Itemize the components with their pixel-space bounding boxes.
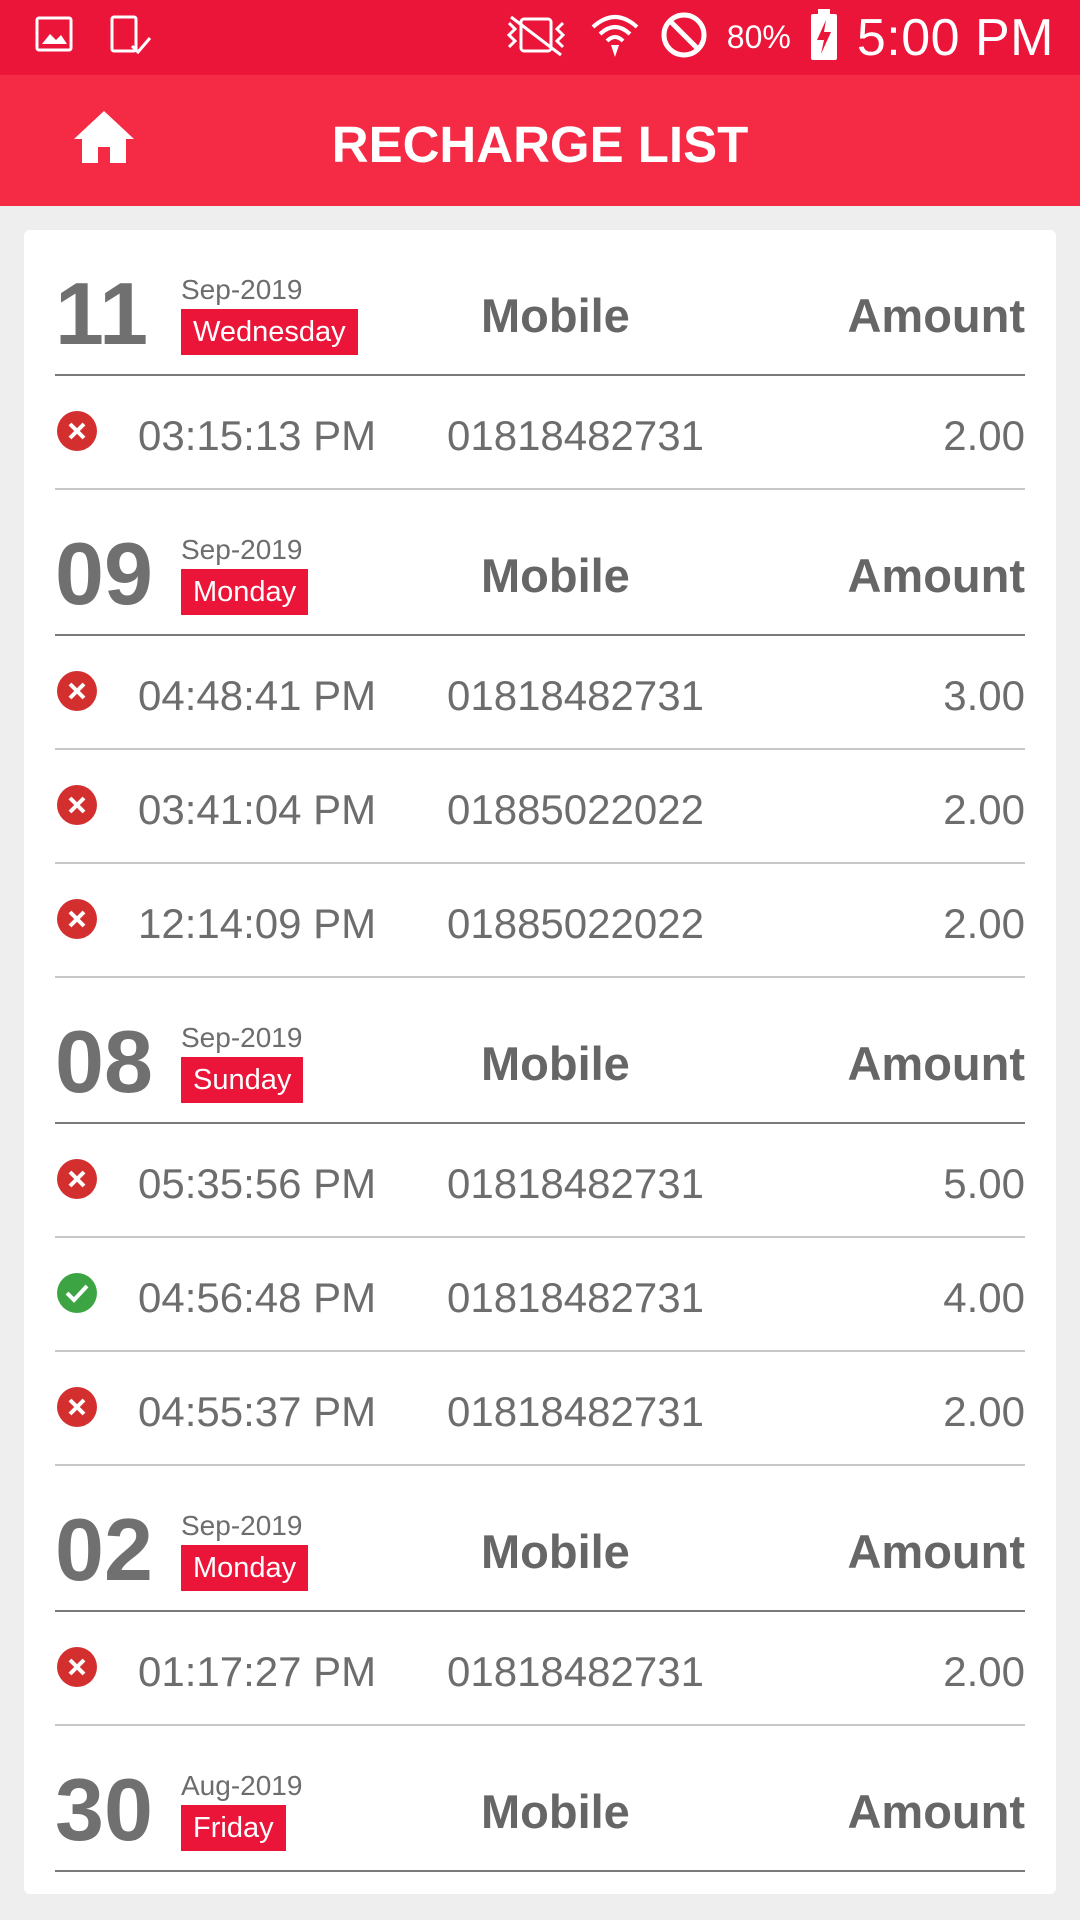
recharge-mobile: 01885022022 xyxy=(447,786,704,833)
clock: 5:00 PM xyxy=(856,8,1054,67)
recharge-time: 04:56:48 PM xyxy=(138,1274,377,1321)
weekday-badge: Sunday xyxy=(181,1057,304,1103)
recharge-mobile: 01818482731 xyxy=(447,1274,704,1321)
recharge-time: 01:17:27 PM xyxy=(138,1648,377,1695)
recharge-amount: 2.00 xyxy=(943,786,1025,833)
recharge-time: 04:48:41 PM xyxy=(138,672,377,719)
device-check-icon xyxy=(108,14,154,63)
recharge-time: 04:55:37 PM xyxy=(138,1388,377,1435)
weekday-badge: Wednesday xyxy=(181,309,358,355)
column-header-amount: Amount xyxy=(847,289,1025,342)
recharge-list: 11 Sep-2019 Wednesday Mobile Amount 03:15:13 … xyxy=(55,230,1025,1872)
column-header-mobile: Mobile xyxy=(481,1785,630,1838)
recharge-time: 03:15:13 PM xyxy=(138,412,377,459)
failed-cross-icon xyxy=(56,784,98,826)
recharge-amount: 4.00 xyxy=(943,1274,1025,1321)
failed-cross-icon xyxy=(56,1386,98,1428)
day-number: 30 xyxy=(55,1760,153,1859)
recharge-amount: 2.00 xyxy=(943,1648,1025,1695)
day-number: 11 xyxy=(55,264,149,363)
recharge-amount: 3.00 xyxy=(943,672,1025,719)
success-check-icon xyxy=(56,1272,98,1314)
day-header: 09 Sep-2019 Monday Mobile Amount xyxy=(55,490,1025,636)
column-header-mobile: Mobile xyxy=(481,1037,630,1090)
column-header-mobile: Mobile xyxy=(481,1525,630,1578)
column-header-amount: Amount xyxy=(847,1785,1025,1838)
recharge-row[interactable]: 04:55:37 PM 01818482731 2.00 xyxy=(55,1352,1025,1466)
column-header-amount: Amount xyxy=(847,1525,1025,1578)
recharge-row[interactable]: 03:15:13 PM 01818482731 2.00 xyxy=(55,376,1025,490)
vibrate-icon xyxy=(501,13,571,62)
column-header-amount: Amount xyxy=(847,1037,1025,1090)
day-month-year: Sep-2019 xyxy=(181,1510,303,1541)
day-header: 11 Sep-2019 Wednesday Mobile Amount xyxy=(55,230,1025,376)
recharge-time: 03:41:04 PM xyxy=(138,786,377,833)
recharge-amount: 2.00 xyxy=(943,900,1025,947)
do-not-disturb-icon xyxy=(659,10,709,65)
recharge-time: 05:35:56 PM xyxy=(138,1160,377,1207)
day-month-year: Sep-2019 xyxy=(181,1022,303,1053)
recharge-time: 12:14:09 PM xyxy=(138,900,377,947)
weekday-badge: Monday xyxy=(181,1545,309,1591)
recharge-amount: 2.00 xyxy=(943,1388,1025,1435)
page-title: RECHARGE LIST xyxy=(331,116,749,173)
day-month-year: Sep-2019 xyxy=(181,534,303,565)
recharge-amount: 5.00 xyxy=(943,1160,1025,1207)
failed-cross-icon xyxy=(56,1646,98,1688)
day-number: 09 xyxy=(55,524,153,623)
app-bar: RECHARGE LIST xyxy=(0,75,1080,206)
wifi-icon xyxy=(589,9,641,66)
column-header-amount: Amount xyxy=(847,549,1025,602)
weekday-badge: Monday xyxy=(181,569,309,615)
status-bar: 80% 5:00 PM xyxy=(0,0,1080,75)
day-month-year: Sep-2019 xyxy=(181,274,303,305)
recharge-row[interactable]: 04:48:41 PM 01818482731 3.00 xyxy=(55,636,1025,750)
failed-cross-icon xyxy=(56,898,98,940)
day-header: 02 Sep-2019 Monday Mobile Amount xyxy=(55,1466,1025,1612)
battery-charging-icon xyxy=(809,8,839,67)
recharge-row[interactable]: 12:14:09 PM 01885022022 2.00 xyxy=(55,864,1025,978)
recharge-row[interactable]: 03:41:04 PM 01885022022 2.00 xyxy=(55,750,1025,864)
recharge-mobile: 01818482731 xyxy=(447,1648,704,1695)
failed-cross-icon xyxy=(56,670,98,712)
recharge-mobile: 01818482731 xyxy=(447,412,704,459)
failed-cross-icon xyxy=(56,410,98,452)
gallery-icon xyxy=(34,14,74,63)
day-number: 08 xyxy=(55,1012,153,1111)
day-month-year: Aug-2019 xyxy=(181,1770,303,1801)
recharge-row[interactable]: 01:17:27 PM 01818482731 2.00 xyxy=(55,1612,1025,1726)
recharge-mobile: 01818482731 xyxy=(447,1388,704,1435)
recharge-amount: 2.00 xyxy=(943,412,1025,459)
day-header: 08 Sep-2019 Sunday Mobile Amount xyxy=(55,978,1025,1124)
recharge-mobile: 01885022022 xyxy=(447,900,704,947)
column-header-mobile: Mobile xyxy=(481,549,630,602)
column-header-mobile: Mobile xyxy=(481,289,630,342)
recharge-mobile: 01818482731 xyxy=(447,672,704,719)
day-header: 30 Aug-2019 Friday Mobile Amount xyxy=(55,1726,1025,1872)
recharge-row[interactable]: 05:35:56 PM 01818482731 5.00 xyxy=(55,1124,1025,1238)
failed-cross-icon xyxy=(56,1158,98,1200)
recharge-row[interactable]: 04:56:48 PM 01818482731 4.00 xyxy=(55,1238,1025,1352)
recharge-list-card: 11 Sep-2019 Wednesday Mobile Amount 03:15:13 … xyxy=(24,230,1056,1894)
battery-level: 80% xyxy=(726,19,791,55)
day-number: 02 xyxy=(55,1500,153,1599)
weekday-badge: Friday xyxy=(181,1805,286,1851)
recharge-mobile: 01818482731 xyxy=(447,1160,704,1207)
